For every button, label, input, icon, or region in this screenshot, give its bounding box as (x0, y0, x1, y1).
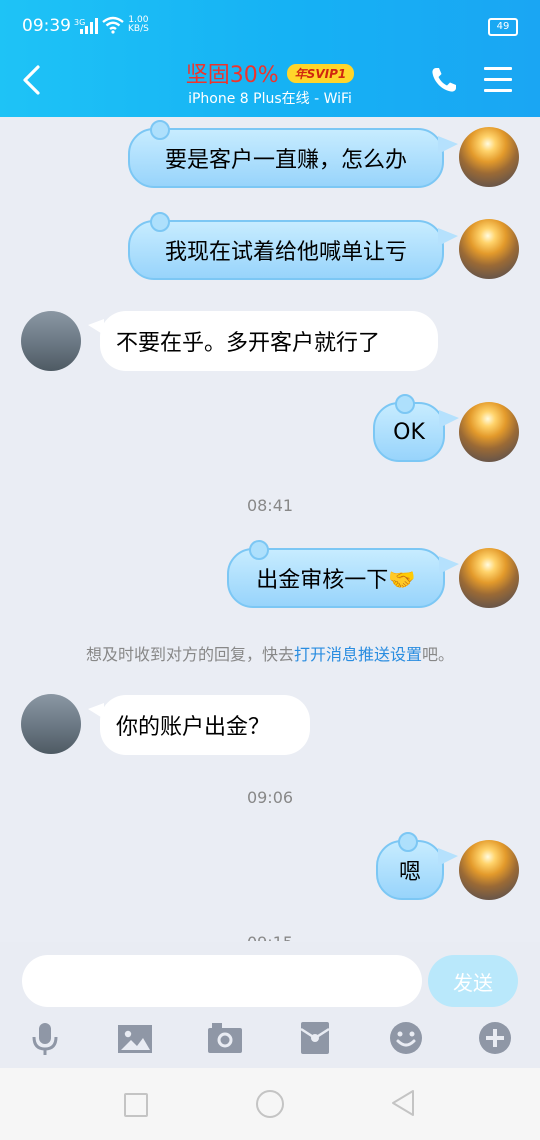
push-settings-notice: 想及时收到对方的回复，快去打开消息推送设置吧。 (0, 641, 540, 665)
message-text: OK (393, 419, 425, 445)
my-message-bubble[interactable]: 要是客户一直赚，怎么办 (128, 120, 458, 188)
timestamp-clip: 09:15 (0, 929, 540, 941)
menu-icon[interactable] (484, 67, 512, 92)
notice-suffix: 吧。 (422, 645, 455, 664)
online-status: iPhone 8 Plus在线 - WiFi (188, 91, 352, 107)
red-packet-icon[interactable] (300, 1021, 330, 1055)
chat-title-row[interactable]: 坚固30% 年SVIP1 (0, 57, 540, 89)
battery-level: 49 (496, 21, 510, 32)
timestamp: 09:06 (246, 788, 294, 807)
message-text: 嗯 (398, 860, 421, 885)
my-message-bubble[interactable]: OK (373, 394, 459, 462)
home-button[interactable] (256, 1090, 284, 1118)
battery-icon: 49 (488, 18, 518, 36)
message-text: 要是客户一直赚，怎么办 (164, 148, 407, 173)
microphone-icon[interactable] (30, 1022, 60, 1056)
signal-icon (80, 18, 98, 34)
chat-title: 坚固30% (185, 63, 279, 88)
contact-message-bubble[interactable]: 不要在乎。多开客户就行了 (88, 311, 438, 371)
send-button[interactable]: 发送 (428, 955, 518, 1007)
timestamp: 09:15 (0, 933, 540, 941)
plus-icon[interactable] (478, 1021, 512, 1055)
status-time: 09:39 (22, 16, 71, 36)
speed-unit: KB/S (128, 24, 149, 34)
my-message-bubble[interactable]: 我现在试着给他喊单让亏 (128, 212, 458, 280)
emoji-icon[interactable] (389, 1021, 423, 1055)
network-speed: 1.00 KB/S (128, 16, 149, 34)
back-nav-button[interactable] (390, 1088, 416, 1118)
message-text: 不要在乎。多开客户就行了 (116, 331, 381, 356)
phone-call-icon[interactable] (430, 66, 458, 94)
svip-badge: 年SVIP1 (286, 63, 355, 83)
my-avatar[interactable] (459, 402, 519, 462)
camera-icon[interactable] (207, 1022, 243, 1054)
recent-apps-button[interactable] (124, 1093, 148, 1117)
message-text: 出金审核一下🤝 (256, 568, 416, 593)
notice-prefix: 想及时收到对方的回复，快去 (85, 645, 294, 664)
my-message-bubble[interactable]: 嗯 (376, 832, 458, 900)
timestamp: 08:41 (246, 496, 294, 515)
my-message-bubble[interactable]: 出金审核一下🤝 (227, 540, 459, 608)
contact-avatar[interactable] (21, 311, 81, 371)
contact-avatar[interactable] (21, 694, 81, 754)
image-icon[interactable] (117, 1024, 153, 1054)
header: 09:39 3G 1.00 KB/S 49 坚固30% 年SVIP1 iPhon… (0, 0, 540, 117)
system-nav-bar (0, 1068, 540, 1140)
my-avatar[interactable] (459, 219, 519, 279)
my-avatar[interactable] (459, 840, 519, 900)
my-avatar[interactable] (459, 548, 519, 608)
message-text: 我现在试着给他喊单让亏 (164, 240, 407, 265)
wifi-icon (102, 16, 124, 34)
contact-message-bubble[interactable]: 你的账户出金？ (88, 695, 310, 755)
message-text: 你的账户出金？ (116, 715, 271, 740)
push-settings-link[interactable]: 打开消息推送设置 (294, 645, 422, 664)
message-input[interactable] (22, 955, 422, 1007)
my-avatar[interactable] (459, 127, 519, 187)
